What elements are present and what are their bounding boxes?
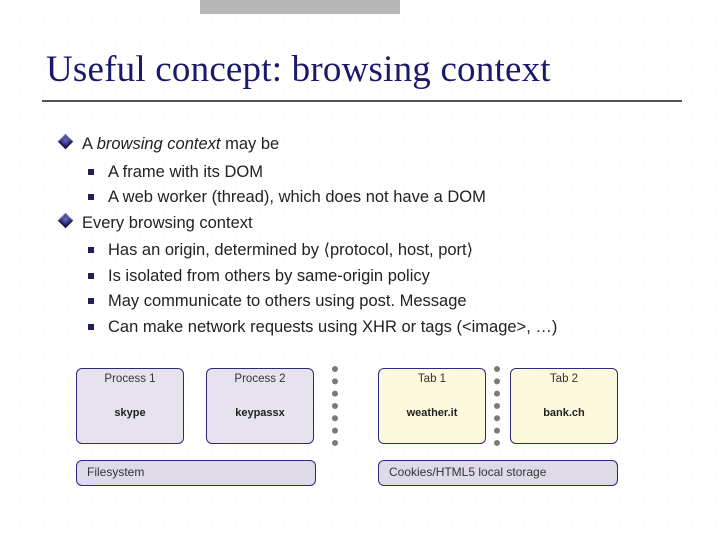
text-prefix: A bbox=[82, 135, 97, 153]
sub-bullet-text: May communicate to others using post. Me… bbox=[108, 292, 467, 310]
sub-bullet-text: A frame with its DOM bbox=[108, 163, 263, 181]
text-suffix: may be bbox=[221, 135, 280, 153]
box-filesystem: Filesystem bbox=[76, 460, 316, 486]
box-tab-1: Tab 1 weather.it bbox=[378, 368, 486, 444]
diamond-icon bbox=[58, 134, 74, 150]
text-italic: browsing context bbox=[97, 135, 221, 153]
sub-bullet-origin: Has an origin, determined by ⟨protocol, … bbox=[82, 238, 700, 264]
square-icon bbox=[88, 194, 94, 200]
box-process-1: Process 1 skype bbox=[76, 368, 184, 444]
box-app-name: keypassx bbox=[207, 407, 313, 419]
box-label: Tab 1 bbox=[379, 373, 485, 385]
diamond-icon bbox=[58, 212, 74, 228]
sub-bullet-text: Has an origin, determined by ⟨protocol, … bbox=[108, 241, 473, 259]
box-app-name: bank.ch bbox=[511, 407, 617, 419]
page-title: Useful concept: browsing context bbox=[46, 48, 551, 91]
sub-bullet-frame-dom: A frame with its DOM bbox=[82, 160, 700, 186]
box-process-2: Process 2 keypassx bbox=[206, 368, 314, 444]
content-area: A browsing context may be A frame with i… bbox=[60, 132, 700, 341]
sub-bullet-text: Can make network requests using XHR or t… bbox=[108, 318, 557, 336]
vertical-separator bbox=[332, 366, 338, 446]
box-label: Process 1 bbox=[77, 373, 183, 385]
sub-bullet-text: A web worker (thread), which does not ha… bbox=[108, 188, 486, 206]
sub-bullet-text: Is isolated from others by same-origin p… bbox=[108, 267, 430, 285]
sub-bullet-web-worker: A web worker (thread), which does not ha… bbox=[82, 185, 700, 211]
box-cookies-storage: Cookies/HTML5 local storage bbox=[378, 460, 618, 486]
sub-bullet-xhr: Can make network requests using XHR or t… bbox=[82, 315, 700, 341]
square-icon bbox=[88, 324, 94, 330]
box-label: Process 2 bbox=[207, 373, 313, 385]
square-icon bbox=[88, 247, 94, 253]
diagram: Process 1 skype Process 2 keypassx Tab 1… bbox=[76, 368, 676, 488]
box-app-name: weather.it bbox=[379, 407, 485, 419]
box-label: Tab 2 bbox=[511, 373, 617, 385]
bullet-every-browsing-context: Every browsing context bbox=[60, 211, 700, 237]
square-icon bbox=[88, 273, 94, 279]
sub-bullet-isolated: Is isolated from others by same-origin p… bbox=[82, 264, 700, 290]
sub-bullet-postmessage: May communicate to others using post. Me… bbox=[82, 289, 700, 315]
diagram-row-storage: Filesystem Cookies/HTML5 local storage bbox=[76, 460, 676, 488]
bullet-text: Every browsing context bbox=[82, 214, 253, 232]
box-app-name: skype bbox=[77, 407, 183, 419]
title-underline bbox=[42, 100, 682, 102]
bullet-text: A browsing context may be bbox=[82, 135, 279, 153]
slide: Useful concept: browsing context A brows… bbox=[0, 0, 720, 540]
bullet-browsing-context-may-be: A browsing context may be bbox=[60, 132, 700, 158]
box-tab-2: Tab 2 bank.ch bbox=[510, 368, 618, 444]
square-icon bbox=[88, 169, 94, 175]
square-icon bbox=[88, 298, 94, 304]
vertical-separator bbox=[494, 366, 500, 446]
diagram-row-processes: Process 1 skype Process 2 keypassx Tab 1… bbox=[76, 368, 676, 446]
